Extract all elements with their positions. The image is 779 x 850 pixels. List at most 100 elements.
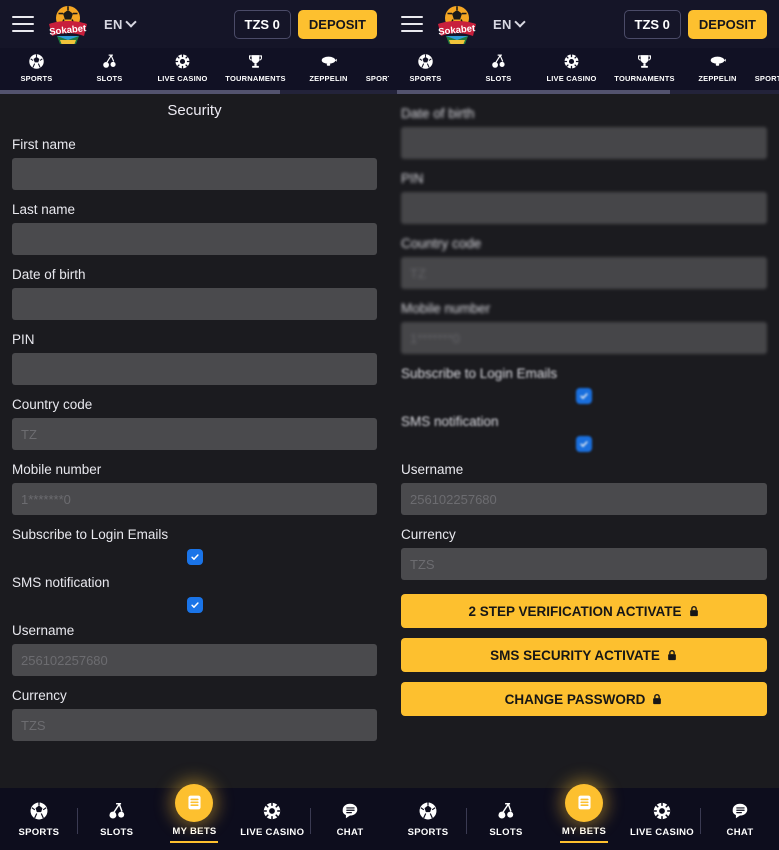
top-bar-actions: TZS 0 DEPOSIT <box>233 9 381 39</box>
pin-label: PIN <box>12 332 35 347</box>
mobile-number-label: Mobile number <box>401 301 491 316</box>
bottom-nav-live-casino[interactable]: LIVE CASINO <box>623 800 701 838</box>
category-zeppelin[interactable]: ZEPPELIN <box>292 52 365 83</box>
bottom-nav-slots[interactable]: SLOTS <box>467 800 545 838</box>
date-of-birth-input[interactable] <box>12 288 377 320</box>
bottom-nav-sports[interactable]: SPORTS <box>389 800 467 838</box>
hamburger-menu-icon[interactable] <box>12 16 34 32</box>
currency-input[interactable]: TZS <box>12 709 377 741</box>
category-label: SPORTS JACKPOT <box>365 74 389 83</box>
category-zeppelin[interactable]: ZEPPELIN <box>681 52 754 83</box>
soccer-ball-icon <box>0 52 73 71</box>
bottom-nav-label: SPORTS <box>18 827 60 838</box>
roulette-wheel-icon <box>146 52 219 71</box>
sokabet-logo[interactable]: Sokabet <box>433 2 481 46</box>
category-nav[interactable]: SPORTS SLOTS LIVE CASINO TOURNAMENTS ZEP… <box>0 48 389 94</box>
category-sports-jackpot[interactable]: SPORTS JACKPOT <box>754 52 779 83</box>
top-bar: Sokabet EN TZS 0 DEPOSIT <box>389 0 779 48</box>
bottom-nav-my-bets[interactable]: MY BETS <box>545 783 623 843</box>
country-code-input[interactable]: TZ <box>401 257 767 289</box>
category-label: SLOTS <box>96 74 123 83</box>
date-of-birth-input[interactable] <box>401 127 767 159</box>
deposit-button[interactable]: DEPOSIT <box>687 9 767 39</box>
cherries-icon <box>467 800 545 822</box>
bet-slip-icon[interactable] <box>565 783 603 822</box>
first-name-input[interactable] <box>12 158 377 190</box>
trophy-icon <box>219 52 292 71</box>
trophy-icon <box>608 52 681 71</box>
language-selector[interactable]: EN <box>104 16 137 32</box>
last-name-input[interactable] <box>12 223 377 255</box>
balance-button[interactable]: TZS 0 <box>233 9 291 39</box>
balance-button[interactable]: TZS 0 <box>623 9 681 39</box>
pin-input[interactable] <box>401 192 767 224</box>
category-sports[interactable]: SPORTS <box>389 52 462 83</box>
sms-notification-checkbox[interactable] <box>576 436 592 452</box>
right-panel: Sokabet EN TZS 0 DEPOSIT SPORTS SLOTS LI… <box>389 0 779 850</box>
username-input[interactable]: 256102257680 <box>401 483 767 515</box>
bottom-nav-live-casino[interactable]: LIVE CASINO <box>233 800 312 838</box>
category-scrollbar[interactable] <box>389 90 779 94</box>
mobile-number-input[interactable]: 1*******0 <box>12 483 377 515</box>
sokabet-logo[interactable]: Sokabet <box>44 2 92 46</box>
bottom-nav-right: SPORTS SLOTS MY BETS LIVE CASINO CHAT <box>389 783 779 850</box>
mobile-number-label: Mobile number <box>12 462 102 477</box>
date-of-birth-label: Date of birth <box>12 267 86 282</box>
active-indicator <box>170 840 219 843</box>
sms-notification-checkbox[interactable] <box>186 597 203 613</box>
category-sports-jackpot[interactable]: SPORTS JACKPOT <box>365 52 389 83</box>
two-step-verification-button[interactable]: 2 STEP VERIFICATION ACTIVATE <box>401 594 767 628</box>
soccer-ball-icon <box>389 52 462 71</box>
bottom-nav-chat[interactable]: CHAT <box>311 800 389 838</box>
category-nav[interactable]: SPORTS SLOTS LIVE CASINO TOURNAMENTS ZEP… <box>389 48 779 94</box>
pin-input[interactable] <box>12 353 377 385</box>
zeppelin-icon <box>681 52 754 71</box>
category-sports[interactable]: SPORTS <box>0 52 73 83</box>
username-input[interactable]: 256102257680 <box>12 644 377 676</box>
blurred-upper-fields: Date of birth PIN Country code TZ Mobile… <box>401 94 767 354</box>
hamburger-menu-icon[interactable] <box>401 16 423 32</box>
date-of-birth-field: Date of birth <box>12 267 377 320</box>
language-label: EN <box>493 16 512 32</box>
pin-field: PIN <box>12 332 377 385</box>
change-password-button[interactable]: CHANGE PASSWORD <box>401 682 767 716</box>
category-label: LIVE CASINO <box>157 74 208 83</box>
category-scrollbar[interactable] <box>0 90 389 94</box>
category-label: ZEPPELIN <box>698 74 737 83</box>
top-bar: Sokabet EN TZS 0 DEPOSIT <box>0 0 389 48</box>
country-code-field: Country code TZ <box>401 236 767 289</box>
country-code-label: Country code <box>12 397 93 412</box>
bottom-nav-chat[interactable]: CHAT <box>701 800 779 838</box>
bottom-nav-my-bets[interactable]: MY BETS <box>156 783 234 843</box>
subscribe-emails-checkbox[interactable] <box>576 388 592 404</box>
subscribe-emails-checkbox[interactable] <box>186 549 203 565</box>
subscribe-emails-row: Subscribe to Login Emails <box>12 527 377 565</box>
category-label: SPORTS JACKPOT <box>754 74 779 83</box>
category-live-casino[interactable]: LIVE CASINO <box>535 52 608 83</box>
category-slots[interactable]: SLOTS <box>462 52 535 83</box>
language-selector[interactable]: EN <box>493 16 526 32</box>
category-slots[interactable]: SLOTS <box>73 52 146 83</box>
sms-notification-row: SMS notification <box>401 414 767 452</box>
category-tournaments[interactable]: TOURNAMENTS <box>608 52 681 83</box>
mobile-number-input[interactable]: 1*******0 <box>401 322 767 354</box>
deposit-button[interactable]: DEPOSIT <box>297 9 377 39</box>
sms-security-button[interactable]: SMS SECURITY ACTIVATE <box>401 638 767 672</box>
two-step-label: 2 STEP VERIFICATION ACTIVATE <box>468 603 682 619</box>
category-live-casino[interactable]: LIVE CASINO <box>146 52 219 83</box>
money-bag-icon <box>365 52 389 71</box>
currency-input[interactable]: TZS <box>401 548 767 580</box>
pin-label: PIN <box>401 171 424 186</box>
bottom-nav-sports[interactable]: SPORTS <box>0 800 78 838</box>
bottom-nav-slots[interactable]: SLOTS <box>78 800 156 838</box>
country-code-input[interactable]: TZ <box>12 418 377 450</box>
left-panel: Sokabet EN TZS 0 DEPOSIT SPORTS SLOTS LI… <box>0 0 389 850</box>
first-name-field: First name <box>12 137 377 190</box>
mobile-number-field: Mobile number 1*******0 <box>401 301 767 354</box>
bet-slip-icon[interactable] <box>175 783 214 822</box>
top-bar-actions: TZS 0 DEPOSIT <box>623 9 771 39</box>
username-field: Username 256102257680 <box>12 623 377 676</box>
category-tournaments[interactable]: TOURNAMENTS <box>219 52 292 83</box>
blurred-checkbox-rows: Subscribe to Login Emails SMS notificati… <box>401 366 767 452</box>
subscribe-emails-row: Subscribe to Login Emails <box>401 366 767 404</box>
